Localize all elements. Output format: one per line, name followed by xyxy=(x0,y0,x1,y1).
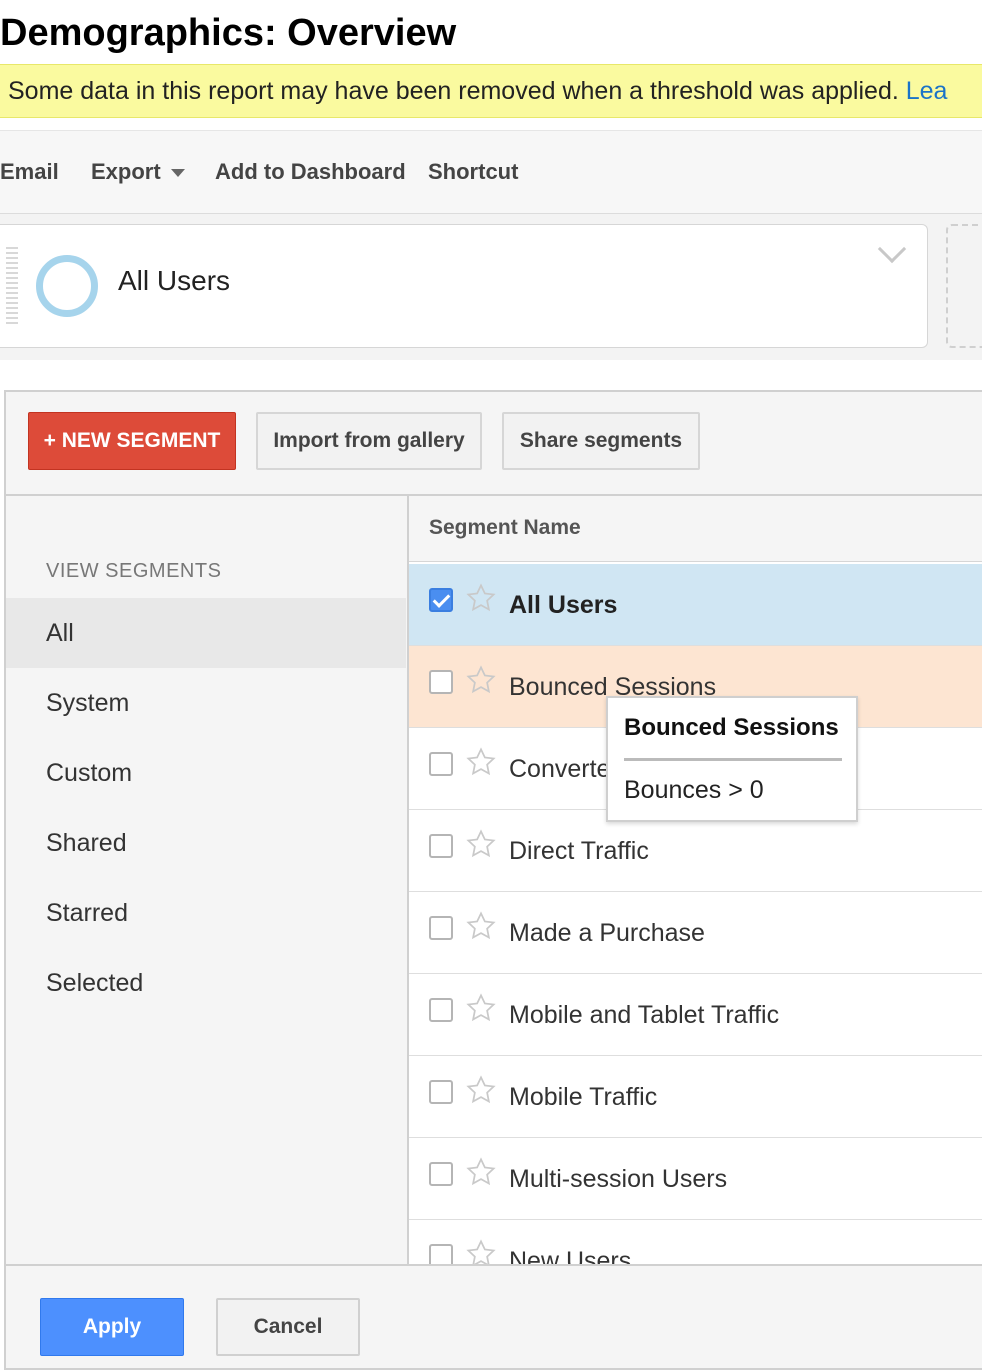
table-row[interactable]: Direct Traffic xyxy=(409,810,982,892)
segment-checkbox[interactable] xyxy=(429,670,453,694)
table-row[interactable]: Multi-session Users xyxy=(409,1138,982,1220)
segment-view-nav: VIEW SEGMENTS All System Custom Shared S… xyxy=(6,496,408,1266)
nav-item-selected[interactable]: Selected xyxy=(6,948,406,1018)
star-icon[interactable] xyxy=(465,910,497,942)
footer-divider xyxy=(6,1264,982,1266)
segment-panel: + NEW SEGMENT Import from gallery Share … xyxy=(4,390,982,1370)
segment-bar: All Users xyxy=(0,214,982,360)
segment-name-header[interactable]: Segment Name xyxy=(409,496,982,562)
email-button[interactable]: Email xyxy=(0,131,59,213)
table-row[interactable]: Mobile and Tablet Traffic xyxy=(409,974,982,1056)
segment-name: Mobile and Tablet Traffic xyxy=(509,1001,780,1029)
table-row[interactable]: New Users xyxy=(409,1220,982,1264)
segment-checkbox[interactable] xyxy=(429,916,453,940)
segment-name: New Users xyxy=(509,1247,632,1264)
segment-table: Segment Name All Users Bounced Sessions … xyxy=(409,496,982,1264)
chevron-down-icon[interactable] xyxy=(877,234,907,264)
nav-item-custom[interactable]: Custom xyxy=(6,738,406,808)
star-icon[interactable] xyxy=(465,582,497,614)
table-row[interactable]: All Users xyxy=(409,564,982,646)
nav-item-shared[interactable]: Shared xyxy=(6,808,406,878)
export-label: Export xyxy=(91,159,161,184)
add-to-dashboard-button[interactable]: Add to Dashboard xyxy=(215,131,406,213)
nav-item-all[interactable]: All xyxy=(6,598,406,668)
shortcut-button[interactable]: Shortcut xyxy=(428,131,518,213)
segment-checkbox[interactable] xyxy=(429,752,453,776)
threshold-notice: Some data in this report may have been r… xyxy=(0,64,982,118)
segment-checkbox[interactable] xyxy=(429,1080,453,1104)
star-icon[interactable] xyxy=(465,664,497,696)
segment-name: Direct Traffic xyxy=(509,837,649,865)
tooltip-definition: Bounces > 0 xyxy=(624,776,764,804)
star-icon[interactable] xyxy=(465,1074,497,1106)
table-row[interactable]: Made a Purchase xyxy=(409,892,982,974)
star-icon[interactable] xyxy=(465,992,497,1024)
segment-checkbox[interactable] xyxy=(429,998,453,1022)
segment-checkbox[interactable] xyxy=(429,1162,453,1186)
apply-button[interactable]: Apply xyxy=(40,1298,184,1356)
tooltip-title: Bounced Sessions xyxy=(624,714,839,741)
segment-ring-icon xyxy=(36,255,98,317)
segment-name: Made a Purchase xyxy=(509,919,705,947)
segment-checkbox[interactable] xyxy=(429,1244,453,1264)
add-segment-placeholder[interactable] xyxy=(946,224,982,348)
share-segments-button[interactable]: Share segments xyxy=(502,412,700,470)
learn-more-link[interactable]: Lea xyxy=(906,77,948,105)
report-toolbar: Email Export Add to Dashboard Shortcut xyxy=(0,130,982,214)
star-icon[interactable] xyxy=(465,1156,497,1188)
segment-card-label: All Users xyxy=(118,265,231,296)
tooltip-divider xyxy=(624,758,842,761)
nav-item-starred[interactable]: Starred xyxy=(6,878,406,948)
notice-text: Some data in this report may have been r… xyxy=(8,77,899,105)
caret-down-icon xyxy=(170,169,185,178)
nav-item-system[interactable]: System xyxy=(6,668,406,738)
view-segments-heading: VIEW SEGMENTS xyxy=(46,560,222,582)
export-button[interactable]: Export xyxy=(91,131,185,213)
table-row[interactable]: Mobile Traffic xyxy=(409,1056,982,1138)
segment-checkbox[interactable] xyxy=(429,834,453,858)
segment-card-all-users[interactable]: All Users xyxy=(0,224,928,348)
import-from-gallery-button[interactable]: Import from gallery xyxy=(256,412,482,470)
segment-checkbox[interactable] xyxy=(429,588,453,612)
drag-handle-icon[interactable] xyxy=(6,247,18,327)
segment-tooltip: Bounced Sessions Bounces > 0 xyxy=(606,696,858,822)
page-title: Demographics: Overview xyxy=(0,12,457,54)
new-segment-button[interactable]: + NEW SEGMENT xyxy=(28,412,236,470)
star-icon[interactable] xyxy=(465,828,497,860)
star-icon[interactable] xyxy=(465,1238,497,1264)
star-icon[interactable] xyxy=(465,746,497,778)
segment-name: Multi-session Users xyxy=(509,1165,728,1193)
cancel-button[interactable]: Cancel xyxy=(216,1298,360,1356)
segment-name: Mobile Traffic xyxy=(509,1083,658,1111)
segment-name: All Users xyxy=(509,591,618,619)
